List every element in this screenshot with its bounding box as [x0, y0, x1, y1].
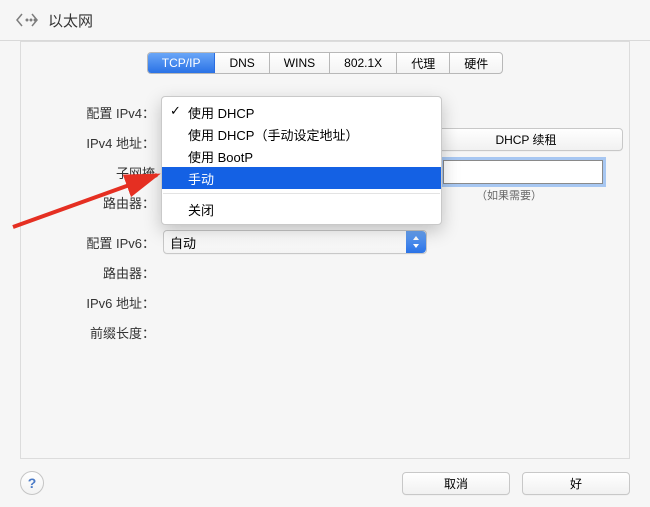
dhcp-client-id-input[interactable]: [443, 160, 603, 184]
network-settings-window: 以太网 TCP/IP DNS WINS 802.1X 代理 硬件 配置 IPv4…: [0, 0, 650, 507]
cancel-button[interactable]: 取消: [402, 472, 510, 495]
content-pane: TCP/IP DNS WINS 802.1X 代理 硬件 配置 IPv4： IP…: [20, 41, 630, 459]
help-button[interactable]: ?: [20, 471, 44, 495]
titlebar: 以太网: [0, 0, 650, 41]
back-icon[interactable]: [16, 13, 38, 27]
ok-button[interactable]: 好: [522, 472, 630, 495]
label-ipv6-address: IPv6 地址：: [55, 293, 155, 312]
footer: ? 取消 好: [0, 459, 650, 507]
dropdown-separator: [163, 193, 440, 194]
label-ipv4-address: IPv4 地址：: [55, 133, 155, 152]
label-router-v4: 路由器：: [55, 193, 155, 212]
dropdown-item-manual[interactable]: 手动: [162, 167, 441, 189]
tab-proxy[interactable]: 代理: [397, 53, 450, 73]
dropdown-item-dhcp[interactable]: 使用 DHCP: [162, 101, 441, 123]
dropdown-item-off[interactable]: 关闭: [162, 198, 441, 220]
label-prefix-length: 前缀长度：: [55, 323, 155, 342]
dropdown-item-dhcp-manual[interactable]: 使用 DHCP（手动设定地址）: [162, 123, 441, 145]
label-configure-ipv6: 配置 IPv6：: [55, 233, 155, 252]
client-id-hint: （如果需要）: [476, 187, 542, 203]
tab-wins[interactable]: WINS: [270, 53, 330, 73]
dhcp-renew-button[interactable]: DHCP 续租: [429, 128, 623, 151]
tab-8021x[interactable]: 802.1X: [330, 53, 397, 73]
chevron-updown-icon: [406, 231, 426, 253]
tab-hardware[interactable]: 硬件: [450, 53, 502, 73]
right-column: DHCP 续租: [429, 128, 623, 151]
ipv6-config-value: 自动: [170, 233, 196, 252]
ipv6-config-select[interactable]: 自动: [163, 230, 427, 254]
tab-dns[interactable]: DNS: [215, 53, 269, 73]
label-configure-ipv4: 配置 IPv4：: [55, 103, 155, 122]
tab-tcpip[interactable]: TCP/IP: [148, 53, 216, 73]
dropdown-item-bootp[interactable]: 使用 BootP: [162, 145, 441, 167]
label-subnet-mask: 子网掩: [55, 163, 155, 182]
tab-bar: TCP/IP DNS WINS 802.1X 代理 硬件: [21, 52, 629, 74]
label-router-v6: 路由器：: [55, 263, 155, 282]
ipv4-config-dropdown[interactable]: 使用 DHCP 使用 DHCP（手动设定地址） 使用 BootP 手动 关闭: [161, 96, 442, 225]
window-title: 以太网: [48, 10, 93, 31]
